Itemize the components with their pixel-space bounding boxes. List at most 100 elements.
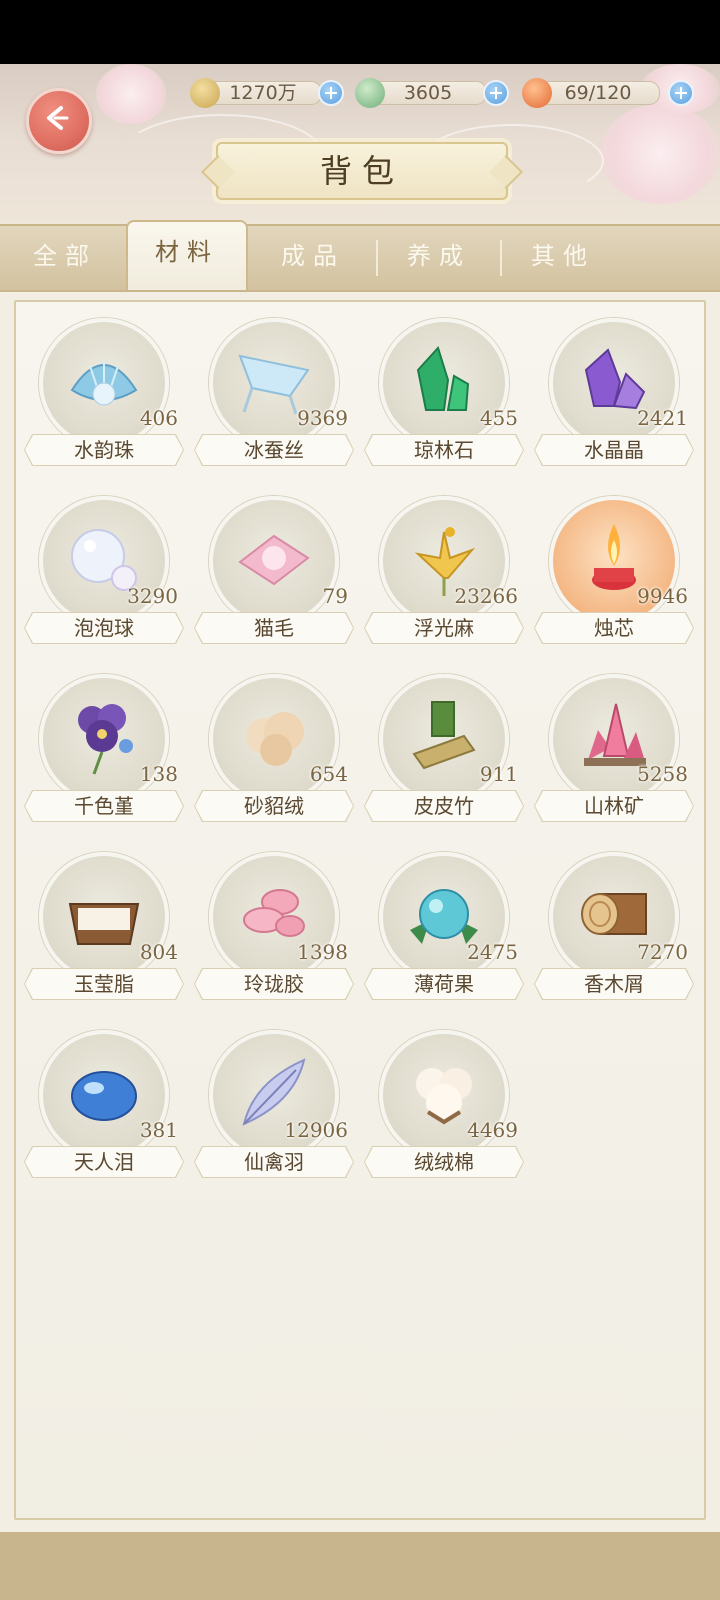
title-plate: 背包 — [216, 142, 508, 200]
inventory-item[interactable]: 381 天人泪 — [24, 1030, 184, 1190]
item-name: 泡泡球 — [25, 613, 183, 643]
blossom-decoration — [96, 64, 166, 124]
blue-tear-icon — [64, 1052, 144, 1132]
item-count: 406 — [139, 406, 178, 430]
add-coin-button[interactable] — [318, 80, 344, 106]
inventory-item[interactable]: 5258 山林矿 — [534, 674, 694, 834]
inventory-item[interactable]: 138 千色堇 — [24, 674, 184, 834]
item-name: 烛芯 — [535, 613, 693, 643]
coin-value: 1270万 — [204, 81, 322, 105]
cat-fur-icon — [234, 518, 314, 598]
bamboo-icon — [404, 696, 484, 776]
item-name: 山林矿 — [535, 791, 693, 821]
item-label-frame: 烛芯 — [534, 612, 694, 644]
item-label-frame: 玲珑胶 — [194, 968, 354, 1000]
item-count: 23266 — [454, 584, 518, 608]
item-label-frame: 琼林石 — [364, 434, 524, 466]
jade-value: 3605 — [369, 81, 487, 105]
pearl-shell-icon — [64, 340, 144, 420]
page-title: 背包 — [319, 152, 404, 190]
item-count: 455 — [479, 406, 518, 430]
item-count: 911 — [479, 762, 518, 786]
inventory-item[interactable]: 4469 绒绒棉 — [364, 1030, 524, 1190]
tab-all[interactable]: 全部 — [4, 226, 126, 290]
item-count: 79 — [322, 584, 348, 608]
item-count: 7270 — [637, 940, 688, 964]
back-arrow-icon — [47, 106, 69, 130]
item-label-frame: 砂貂绒 — [194, 790, 354, 822]
footer-bar — [0, 1532, 720, 1600]
inventory-item[interactable]: 9369 冰蚕丝 — [194, 318, 354, 478]
item-name: 皮皮竹 — [365, 791, 523, 821]
item-name: 绒绒棉 — [365, 1147, 523, 1177]
pansy-icon — [64, 696, 144, 776]
item-name: 千色堇 — [25, 791, 183, 821]
item-name: 水晶晶 — [535, 435, 693, 465]
tab-materials[interactable]: 材料 — [126, 220, 248, 290]
blossom-decoration — [600, 104, 720, 204]
inventory-item[interactable]: 3290 泡泡球 — [24, 496, 184, 656]
item-count: 138 — [139, 762, 178, 786]
item-name: 天人泪 — [25, 1147, 183, 1177]
add-jade-button[interactable] — [483, 80, 509, 106]
back-button[interactable] — [26, 88, 92, 154]
item-name: 水韵珠 — [25, 435, 183, 465]
item-label-frame: 山林矿 — [534, 790, 694, 822]
item-count: 1398 — [297, 940, 348, 964]
item-name: 仙禽羽 — [195, 1147, 353, 1177]
item-label-frame: 千色堇 — [24, 790, 184, 822]
inventory-item[interactable]: 9946 烛芯 — [534, 496, 694, 656]
item-count: 2421 — [637, 406, 688, 430]
item-label-frame: 天人泪 — [24, 1146, 184, 1178]
inventory-item[interactable]: 79 猫毛 — [194, 496, 354, 656]
item-label-frame: 绒绒棉 — [364, 1146, 524, 1178]
item-count: 9369 — [297, 406, 348, 430]
stamina-food-icon — [522, 78, 552, 108]
item-label-frame: 浮光麻 — [364, 612, 524, 644]
tab-products[interactable]: 成品 — [252, 226, 374, 290]
tab-other[interactable]: 其他 — [502, 226, 624, 290]
tab-cultivation[interactable]: 养成 — [378, 226, 500, 290]
tab-bar: 全部 材料 成品 养成 其他 — [0, 220, 720, 292]
item-label-frame: 皮皮竹 — [364, 790, 524, 822]
coin-icon — [190, 78, 220, 108]
item-label-frame: 猫毛 — [194, 612, 354, 644]
item-name: 薄荷果 — [365, 969, 523, 999]
inventory-item[interactable]: 12906 仙禽羽 — [194, 1030, 354, 1190]
item-label-frame: 水韵珠 — [24, 434, 184, 466]
item-label-frame: 玉莹脂 — [24, 968, 184, 1000]
item-label-frame: 薄荷果 — [364, 968, 524, 1000]
inventory-item[interactable]: 2475 薄荷果 — [364, 852, 524, 1012]
item-count: 381 — [139, 1118, 178, 1142]
item-count: 654 — [309, 762, 348, 786]
inventory-item[interactable]: 455 琼林石 — [364, 318, 524, 478]
add-stamina-button[interactable] — [668, 80, 694, 106]
jade-resource: 3605 — [355, 78, 515, 108]
stamina-resource: 69/120 — [522, 78, 702, 108]
inventory-item[interactable]: 654 砂貂绒 — [194, 674, 354, 834]
inventory-item[interactable]: 7270 香木屑 — [534, 852, 694, 1012]
inventory-item[interactable]: 1398 玲珑胶 — [194, 852, 354, 1012]
inventory-item[interactable]: 23266 浮光麻 — [364, 496, 524, 656]
coin-resource: 1270万 — [190, 78, 350, 108]
item-label-frame: 香木屑 — [534, 968, 694, 1000]
item-name: 猫毛 — [195, 613, 353, 643]
item-name: 浮光麻 — [365, 613, 523, 643]
item-count: 2475 — [467, 940, 518, 964]
item-count: 3290 — [127, 584, 178, 608]
item-count: 4469 — [467, 1118, 518, 1142]
inventory-item[interactable]: 2421 水晶晶 — [534, 318, 694, 478]
status-bar — [0, 0, 720, 64]
item-count: 9946 — [637, 584, 688, 608]
item-name: 砂貂绒 — [195, 791, 353, 821]
item-name: 冰蚕丝 — [195, 435, 353, 465]
item-name: 玉莹脂 — [25, 969, 183, 999]
item-name: 香木屑 — [535, 969, 693, 999]
item-label-frame: 仙禽羽 — [194, 1146, 354, 1178]
stamina-value: 69/120 — [536, 81, 660, 105]
item-name: 琼林石 — [365, 435, 523, 465]
inventory-item[interactable]: 911 皮皮竹 — [364, 674, 524, 834]
inventory-item[interactable]: 804 玉莹脂 — [24, 852, 184, 1012]
item-count: 12906 — [284, 1118, 348, 1142]
inventory-item[interactable]: 406 水韵珠 — [24, 318, 184, 478]
